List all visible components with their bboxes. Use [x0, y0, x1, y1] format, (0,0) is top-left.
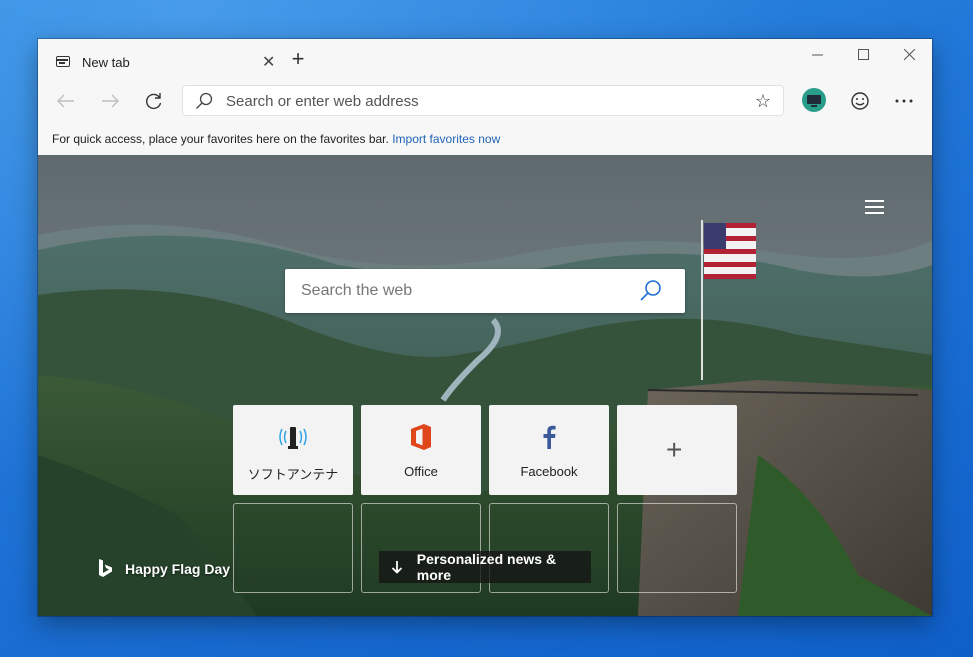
ellipsis-icon: [895, 99, 913, 103]
navigation-bar: Search or enter web address ☆: [38, 79, 932, 123]
top-site-tile[interactable]: Office: [361, 405, 481, 495]
bing-logo-icon: [99, 559, 112, 577]
favorite-star-icon[interactable]: ☆: [755, 91, 771, 112]
tab-new-tab[interactable]: New tab ✕: [44, 47, 282, 79]
personalized-news-button[interactable]: Personalized news & more: [379, 551, 591, 583]
background-caption-link[interactable]: Happy Flag Day: [95, 557, 230, 581]
search-icon: [196, 92, 213, 109]
new-tab-button[interactable]: +: [288, 48, 308, 70]
background-image: [38, 155, 932, 616]
office-icon: [411, 424, 431, 450]
title-bar: New tab ✕ +: [38, 39, 932, 79]
favorites-bar-message: For quick access, place your favorites h…: [52, 132, 500, 146]
forward-button[interactable]: [98, 89, 122, 113]
maximize-button[interactable]: [840, 39, 886, 69]
facebook-icon: [543, 425, 556, 449]
refresh-button[interactable]: [142, 89, 166, 113]
forward-arrow-icon: [102, 94, 119, 108]
new-tab-page: Search the web ソフトアンテナ Office Facebook +…: [38, 155, 932, 616]
feedback-button[interactable]: [848, 89, 872, 113]
add-site-tile[interactable]: +: [617, 405, 737, 495]
address-placeholder: Search or enter web address: [226, 93, 419, 110]
top-site-tile[interactable]: Facebook: [489, 405, 609, 495]
window-controls: [794, 39, 932, 69]
top-site-tile[interactable]: ソフトアンテナ: [233, 405, 353, 495]
more-options-button[interactable]: [892, 89, 916, 113]
address-bar[interactable]: Search or enter web address ☆: [182, 85, 784, 116]
close-icon: [903, 48, 915, 60]
import-favorites-link[interactable]: Import favorites now: [392, 132, 500, 146]
smiley-icon: [851, 92, 869, 110]
empty-site-slot: [617, 503, 737, 593]
empty-site-slot: [233, 503, 353, 593]
tile-label: ソフトアンテナ: [247, 467, 339, 482]
tab-close-icon[interactable]: ✕: [262, 52, 275, 72]
antenna-icon: [279, 427, 307, 449]
back-button[interactable]: [54, 89, 78, 113]
plus-icon: +: [666, 434, 683, 465]
minimize-button[interactable]: [794, 39, 840, 69]
minimize-icon: [811, 54, 823, 55]
news-button-label: Personalized news & more: [416, 551, 557, 583]
web-search-box[interactable]: Search the web: [285, 269, 685, 313]
tab-title: New tab: [82, 55, 130, 70]
profile-avatar[interactable]: [802, 88, 826, 112]
favorites-bar: For quick access, place your favorites h…: [38, 123, 932, 156]
refresh-icon: [146, 93, 162, 110]
favorites-bar-text: For quick access, place your favorites h…: [52, 132, 389, 146]
background-caption: Happy Flag Day: [125, 561, 231, 577]
web-search-placeholder: Search the web: [301, 282, 413, 299]
american-flag-icon: [704, 223, 756, 279]
monitor-icon: [807, 95, 821, 107]
arrow-down-icon: [391, 561, 403, 574]
browser-window: New tab ✕ + Search or enter web address …: [38, 39, 932, 616]
back-arrow-icon: [57, 94, 74, 108]
maximize-icon: [857, 48, 869, 60]
tile-label: Office: [404, 464, 438, 479]
close-window-button[interactable]: [886, 39, 932, 69]
page-menu-button[interactable]: [865, 200, 885, 216]
tile-label: Facebook: [520, 464, 578, 479]
search-icon[interactable]: [639, 279, 663, 303]
new-tab-page-icon: [56, 56, 70, 67]
